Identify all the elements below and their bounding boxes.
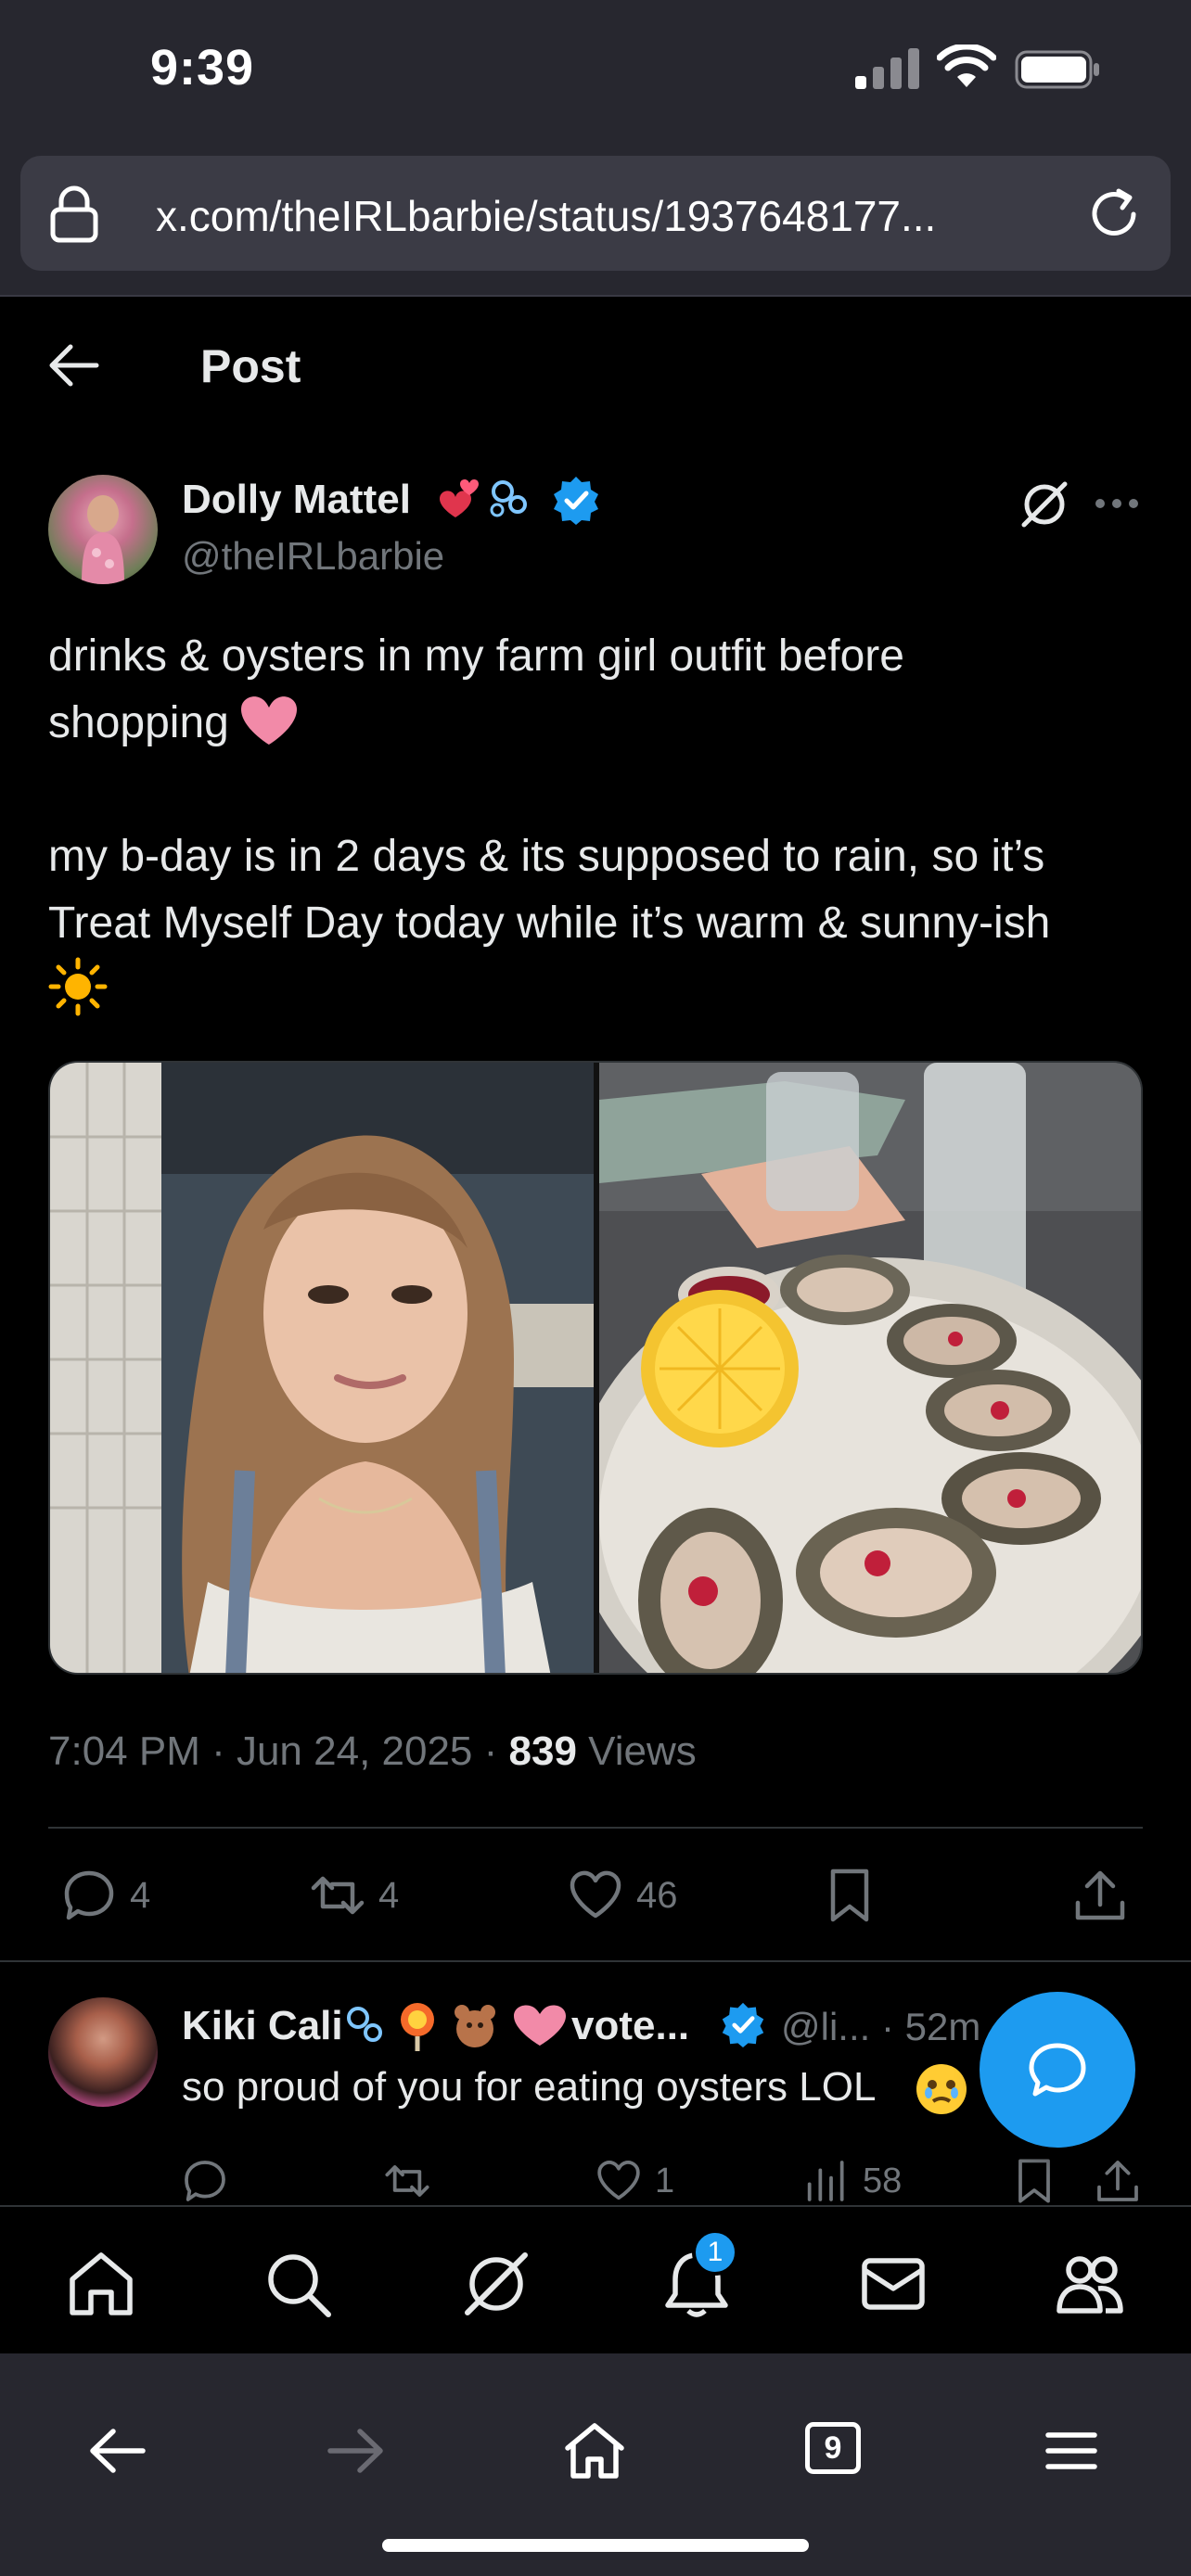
like-button[interactable]: 46 — [568, 1866, 678, 1925]
reply-button[interactable]: 4 — [61, 1866, 150, 1925]
repost-icon — [311, 1876, 365, 1915]
repost-count: 4 — [378, 1874, 400, 1916]
heart-icon — [570, 1870, 621, 1919]
reply-author-name-tail[interactable]: vote... — [571, 2003, 689, 2049]
page-title: Post — [200, 340, 301, 392]
tab-home[interactable] — [65, 2248, 137, 2320]
like-count: 46 — [636, 1874, 678, 1916]
more-options-icon[interactable] — [1095, 491, 1139, 516]
reply-like-count: 1 — [655, 2161, 675, 2200]
reply-handle-time[interactable]: @li... · 52m — [781, 2005, 980, 2049]
communities-icon — [1057, 2256, 1123, 2314]
author-name[interactable]: Dolly Mattel — [182, 477, 411, 523]
back-arrow-icon — [90, 2429, 146, 2473]
reply-icon — [64, 1870, 114, 1920]
back-arrow-icon[interactable] — [48, 341, 100, 389]
forward-arrow-icon — [327, 2429, 383, 2473]
reply-like-button[interactable]: 1 — [596, 2151, 674, 2211]
reply-count: 4 — [130, 1874, 151, 1916]
reply-author-name[interactable]: Kiki Cali — [182, 2003, 343, 2049]
views-label: Views — [576, 1728, 697, 1774]
sun-emoji-icon — [48, 957, 108, 1016]
repost-button[interactable]: 4 — [310, 1866, 399, 1925]
teary-face-emoji-icon — [916, 2064, 967, 2114]
browser-back-button[interactable] — [85, 2418, 150, 2483]
oysters-photo[interactable] — [599, 1063, 1143, 1675]
selfie-photo[interactable] — [50, 1063, 594, 1675]
post-timestamp-views: 7:04 PM · Jun 24, 2025 · 839 Views — [48, 1728, 697, 1775]
views-chart-icon — [807, 2161, 844, 2201]
divider — [48, 1827, 1143, 1829]
reply-reply-button[interactable] — [182, 2151, 228, 2211]
media-grid — [48, 1061, 1143, 1675]
notifications-badge: 1 — [692, 2229, 738, 2276]
compose-reply-button[interactable] — [980, 1992, 1135, 2148]
browser-address-area: x.com/theIRLbarbie/status/1937648177... — [0, 148, 1191, 297]
compose-bubble-icon — [1029, 2043, 1086, 2097]
post-header: Post — [0, 299, 1191, 436]
bookmark-button[interactable] — [822, 1866, 877, 1925]
home-indicator[interactable] — [382, 2539, 809, 2552]
tab-search[interactable] — [262, 2248, 334, 2320]
hamburger-menu-icon — [1045, 2432, 1097, 2469]
reload-icon[interactable] — [1083, 184, 1145, 245]
status-time: 9:39 — [150, 40, 255, 96]
author-handle[interactable]: @theIRLbarbie — [182, 534, 444, 579]
reply-views-button[interactable]: 58 — [803, 2151, 902, 2211]
status-bar: 9:39 — [0, 0, 1191, 148]
lock-icon — [50, 185, 98, 243]
browser-tabs-button[interactable]: 9 — [805, 2422, 861, 2474]
search-icon — [268, 2254, 331, 2317]
tab-communities[interactable] — [1054, 2248, 1126, 2320]
reply-views-count: 58 — [863, 2161, 903, 2200]
tweet-text: drinks & oysters in my farm girl outfit … — [48, 623, 1161, 1025]
grok-icon — [465, 2252, 528, 2315]
address-bar[interactable]: x.com/theIRLbarbie/status/1937648177... — [20, 156, 1171, 271]
tweet-text-part-1: drinks & oysters in my farm girl outfit … — [48, 631, 904, 747]
divider — [0, 1960, 1191, 1962]
share-button[interactable] — [1072, 1866, 1128, 1925]
reply-verified-badge-icon — [722, 2002, 764, 2047]
post-timestamp[interactable]: 7:04 PM · Jun 24, 2025 · — [48, 1728, 509, 1774]
browser-menu-button[interactable] — [1039, 2418, 1104, 2483]
app-tab-bar: 1 — [0, 2205, 1191, 2353]
battery-icon — [1015, 50, 1099, 89]
grok-icon[interactable] — [1018, 478, 1070, 530]
share-icon — [1097, 2161, 1138, 2201]
heart-icon — [597, 2161, 640, 2200]
wifi-icon — [937, 45, 996, 87]
reply-icon — [185, 2161, 225, 2201]
reply-bookmark-button[interactable] — [1011, 2151, 1057, 2211]
tweet-text-part-2: my b-day is in 2 days & its supposed to … — [48, 832, 1051, 948]
browser-forward-button[interactable] — [323, 2418, 388, 2483]
share-icon — [1075, 1870, 1125, 1920]
tab-grok[interactable] — [460, 2248, 532, 2320]
bookmark-icon — [830, 1868, 869, 1922]
mail-icon — [862, 2258, 925, 2310]
home-icon — [565, 2423, 624, 2479]
reply-repost-button[interactable] — [384, 2151, 430, 2211]
author-avatar[interactable] — [48, 475, 158, 584]
cellular-signal-icon — [855, 48, 919, 89]
repost-icon — [385, 2165, 429, 2197]
bookmark-icon — [1018, 2159, 1050, 2203]
tab-messages[interactable] — [857, 2248, 929, 2320]
browser-home-button[interactable] — [562, 2418, 627, 2483]
url-text[interactable]: x.com/theIRLbarbie/status/1937648177... — [156, 191, 936, 241]
home-icon — [70, 2252, 133, 2315]
reply-text: so proud of you for eating oysters LOL — [182, 2064, 877, 2110]
reply-share-button[interactable] — [1095, 2151, 1141, 2211]
views-count: 839 — [508, 1728, 577, 1774]
reply-avatar[interactable] — [48, 1997, 158, 2107]
pink-heart-emoji-icon — [240, 696, 297, 745]
verified-badge-icon — [554, 477, 598, 525]
